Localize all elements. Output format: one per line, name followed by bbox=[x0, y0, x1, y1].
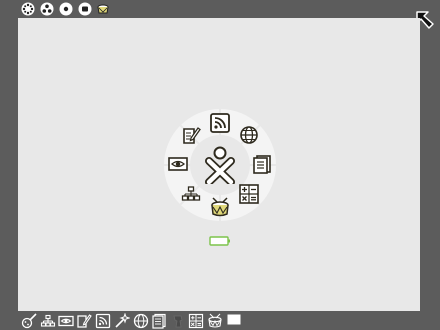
browse-globe-icon[interactable] bbox=[133, 313, 149, 329]
turtle-blocks-icon[interactable] bbox=[40, 313, 56, 329]
terminal-window-icon[interactable] bbox=[226, 313, 242, 329]
sugar-frame bbox=[0, 0, 440, 330]
battery-icon[interactable] bbox=[209, 236, 231, 246]
write-icon[interactable] bbox=[76, 313, 92, 329]
observe-eye-icon[interactable] bbox=[58, 313, 74, 329]
tamtam-drum-icon[interactable] bbox=[207, 313, 223, 329]
settings-dots-icon[interactable] bbox=[21, 2, 35, 16]
rss-reader-icon[interactable] bbox=[209, 112, 231, 134]
write-icon[interactable] bbox=[180, 124, 202, 146]
journal-drum-icon[interactable] bbox=[96, 2, 110, 16]
magic-wand-icon[interactable] bbox=[114, 313, 130, 329]
network-neighborhood-icon[interactable] bbox=[40, 2, 54, 16]
calculate-icon[interactable] bbox=[238, 183, 260, 205]
paint-icon[interactable] bbox=[21, 313, 37, 329]
read-document-icon[interactable] bbox=[251, 153, 273, 175]
read-document-icon[interactable] bbox=[151, 313, 167, 329]
browse-globe-icon[interactable] bbox=[238, 124, 260, 146]
turtle-blocks-icon[interactable] bbox=[180, 183, 202, 205]
home-view-icon[interactable] bbox=[59, 2, 73, 16]
activity-view-icon[interactable] bbox=[78, 2, 92, 16]
tamtam-drum-icon[interactable] bbox=[209, 196, 231, 218]
observe-eye-icon[interactable] bbox=[167, 153, 189, 175]
disabled-activity-icon bbox=[170, 313, 186, 329]
xo-person-icon[interactable] bbox=[204, 146, 236, 184]
calculate-icon[interactable] bbox=[188, 313, 204, 329]
rss-reader-icon[interactable] bbox=[95, 313, 111, 329]
